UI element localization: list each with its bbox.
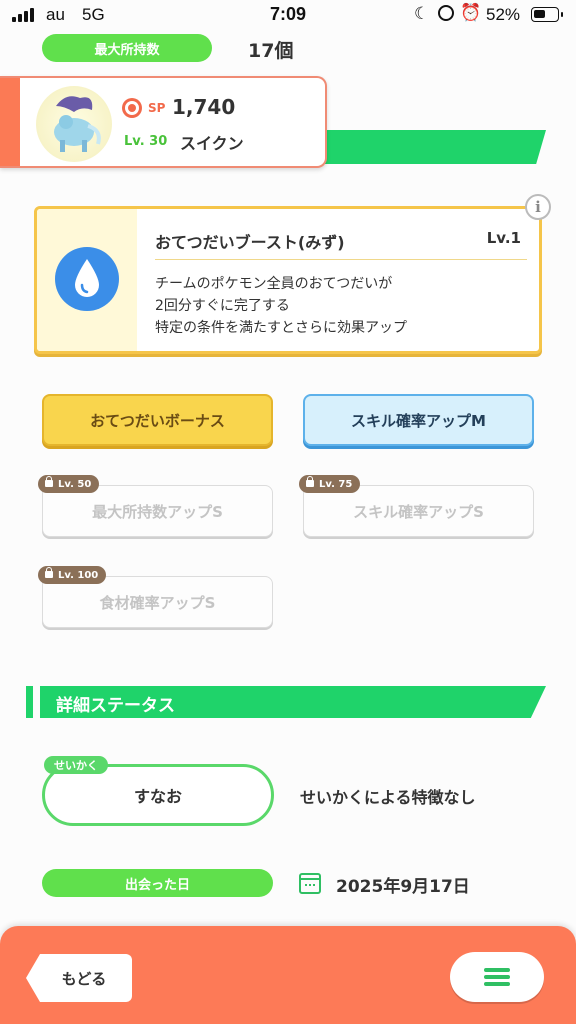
menu-button[interactable] xyxy=(450,952,544,1002)
info-icon[interactable]: i xyxy=(525,194,551,220)
sp-label: SP xyxy=(148,101,166,115)
description-line: 2回分すぐに完了する xyxy=(155,298,290,314)
description-line: チームのポケモン全員のおてつだいが xyxy=(155,276,393,292)
divider xyxy=(155,259,527,260)
orientation-lock-icon xyxy=(438,5,454,21)
sp-icon xyxy=(122,98,142,118)
lock-icon xyxy=(45,567,53,578)
main-skill-description: チームのポケモン全員のおてつだいが 2回分すぐに完了する 特定の条件を満たすとさ… xyxy=(155,273,407,339)
water-drop-icon xyxy=(55,247,119,311)
sub-skill-helping-bonus[interactable]: おてつだいボーナス xyxy=(42,394,273,446)
lock-icon xyxy=(306,476,314,487)
section-header-details: 詳細ステータス xyxy=(26,686,546,718)
pokemon-sprite-icon xyxy=(54,96,101,152)
unlock-level: Lv. 50 xyxy=(58,478,92,490)
description-line: 特定の条件を満たすとさらに効果アップ xyxy=(155,320,407,336)
main-skill-level: Lv.1 xyxy=(486,229,521,247)
unlock-level: Lv. 75 xyxy=(319,478,353,490)
main-skill-name: おてつだいブースト(みず) xyxy=(155,233,345,252)
met-date-label: 出会った日 xyxy=(42,869,273,897)
sp-value: 1,740 xyxy=(172,95,236,119)
met-date-value: 2025年9月17日 xyxy=(336,877,470,897)
nature-note: せいかくによる特徴なし xyxy=(300,788,476,807)
pokemon-card[interactable]: SP 1,740 Lv. 30 スイクン xyxy=(0,76,327,168)
sub-skill-skill-trigger-m[interactable]: スキル確率アップM xyxy=(303,394,534,446)
battery-percent: 52% xyxy=(486,5,521,24)
header-stripe xyxy=(300,130,546,164)
battery-icon xyxy=(531,7,563,22)
pokemon-name: スイクン xyxy=(180,134,244,153)
card-accent xyxy=(0,78,20,166)
unlock-level: Lv. 100 xyxy=(58,569,99,581)
unlock-level-badge: Lv. 100 xyxy=(38,566,107,584)
section-title: 詳細ステータス xyxy=(56,696,175,716)
pokemon-level: Lv. 30 xyxy=(124,134,168,149)
max-carry-label: 最大所持数 xyxy=(42,34,212,62)
max-carry-value: 17個 xyxy=(248,40,294,62)
main-skill-card[interactable]: おてつだいブースト(みず) Lv.1 チームのポケモン全員のおてつだいが 2回分… xyxy=(34,206,542,354)
unlock-level-badge: Lv. 75 xyxy=(299,475,361,493)
pokemon-avatar xyxy=(36,86,112,162)
calendar-icon xyxy=(299,873,321,894)
back-button[interactable]: もどる xyxy=(26,954,132,1002)
alarm-icon: ⏰ xyxy=(460,3,482,22)
nature-label: せいかく xyxy=(44,756,108,774)
skill-icon-panel xyxy=(37,209,137,351)
status-bar: au 5G 7:09 ☾ ⏰ 52% xyxy=(0,0,576,32)
do-not-disturb-icon: ☾ xyxy=(414,4,430,23)
lock-icon xyxy=(45,476,53,487)
unlock-level-badge: Lv. 50 xyxy=(38,475,100,493)
